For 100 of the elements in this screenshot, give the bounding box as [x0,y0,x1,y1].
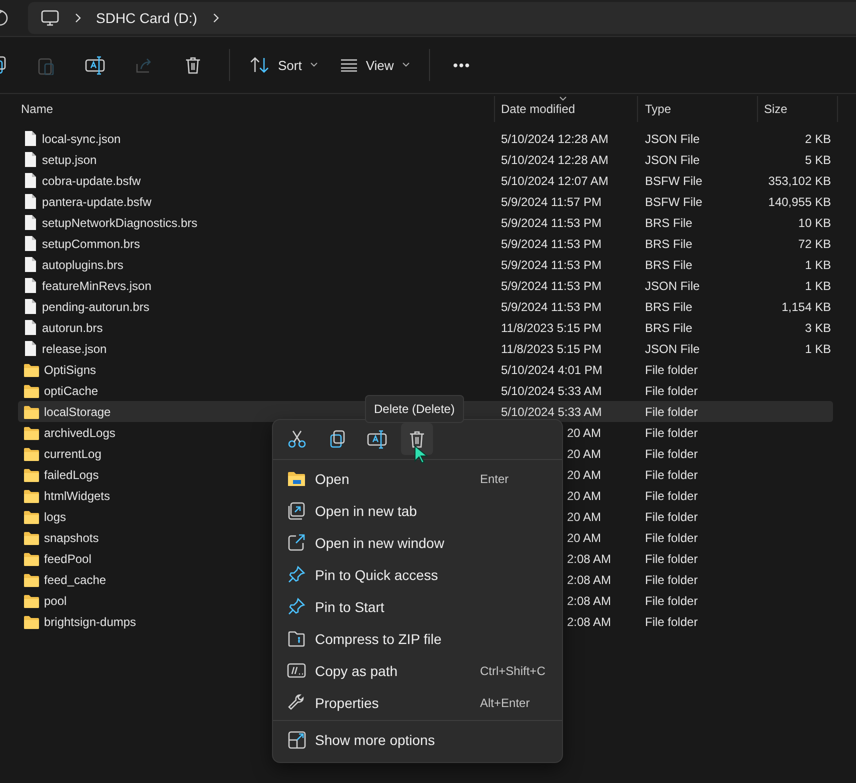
folder-icon [23,592,40,608]
menu-item-label[interactable]: Pin to Start [315,599,548,615]
file-name[interactable]: local-sync.json [42,132,121,146]
date-cell: 2:08 AM [567,614,612,628]
menu-item-label[interactable]: Open [315,471,480,487]
folder-icon [23,550,40,566]
file-name[interactable]: htmlWidgets [44,488,110,502]
menu-item[interactable]: Pin to Start [273,591,562,623]
menu-item-label[interactable]: Open in new window [315,535,548,551]
file-name[interactable]: logs [44,510,66,524]
date-cell: 11/8/2023 5:15 PM [501,320,602,334]
type-cell: BRS File [645,216,692,230]
file-name[interactable]: currentLog [44,446,102,460]
file-icon [23,277,38,294]
type-cell: BSFW File [645,174,702,188]
type-cell: JSON File [645,342,700,356]
type-cell: File folder [645,530,698,544]
sort-button[interactable]: Sort [242,47,326,83]
monitor-icon[interactable] [41,10,59,26]
menu-item-label[interactable]: Pin to Quick access [315,567,548,583]
file-name[interactable]: autorun.brs [42,320,103,334]
folder-icon [23,488,40,504]
file-icon [23,235,38,252]
folder-icon [23,446,40,462]
file-icon [23,172,38,189]
size-cell: 1,154 KB [782,300,831,314]
file-icon [23,193,38,210]
file-name[interactable]: pantera-update.bsfw [42,194,152,208]
size-cell: 140,955 KB [768,194,831,208]
file-name[interactable]: pending-autorun.brs [42,300,150,314]
address-bar[interactable]: SDHC Card (D:) [28,2,856,34]
menu-item-label[interactable]: Show more options [315,732,548,748]
caret-icon [310,62,318,68]
type-cell: File folder [645,488,698,502]
file-name[interactable]: feed_cache [44,572,106,586]
date-cell: 2:08 AM [567,594,612,608]
file-name[interactable]: snapshots [44,530,99,544]
type-cell: File folder [645,404,698,418]
date-cell: 5/10/2024 5:33 AM [501,384,602,398]
view-button[interactable]: View [332,47,418,83]
type-cell: BRS File [645,300,692,314]
file-name[interactable]: optiCache [44,384,98,398]
more-button[interactable]: ••• [442,47,482,83]
file-name[interactable]: archivedLogs [44,426,116,440]
refresh-icon[interactable] [0,9,8,27]
date-cell: 5/10/2024 12:28 AM [501,132,608,146]
file-name[interactable]: OptiSigns [44,362,96,376]
size-cell: 353,102 KB [768,174,831,188]
date-cell: 20 AM [567,488,602,502]
menu-item[interactable]: Pin to Quick access [273,559,562,591]
breadcrumb[interactable]: SDHC Card (D:) [96,10,198,26]
date-cell: 5/9/2024 11:53 PM [501,236,602,250]
file-icon [23,340,38,357]
chevron-icon[interactable] [212,12,220,24]
file-icon [23,298,38,315]
menu-item[interactable]: Open in new window [273,527,562,559]
folder-icon [23,508,40,524]
menu-item[interactable]: Open Enter [273,463,562,495]
size-cell: 1 KB [804,342,831,356]
file-name[interactable]: brightsign-dumps [44,614,136,628]
column-header[interactable]: Size [758,96,838,122]
menu-item-label[interactable]: Open in new tab [315,503,548,519]
delete-button[interactable] [401,423,433,455]
menu-item[interactable]: Copy as path Ctrl+Shift+C [273,655,562,687]
column-header[interactable]: Date modified [495,96,638,122]
type-cell: File folder [645,572,698,586]
file-name[interactable]: failedLogs [44,468,99,482]
file-name[interactable]: pool [44,594,67,608]
file-name[interactable]: cobra-update.bsfw [42,174,141,188]
column-header[interactable]: Type [638,96,758,122]
menu-item-label[interactable]: Properties [315,695,480,711]
folder-icon [23,614,40,630]
menu-item[interactable]: Compress to ZIP file [273,623,562,655]
new-window-icon [287,533,307,553]
file-name[interactable]: featureMinRevs.json [42,278,152,292]
column-header[interactable]: Name [0,96,495,122]
folder-icon [23,530,40,546]
date-cell: 20 AM [567,468,602,482]
menu-item[interactable]: Properties Alt+Enter [273,687,562,719]
file-name[interactable]: autoplugins.brs [42,258,124,272]
type-cell: File folder [645,510,698,524]
file-name[interactable]: feedPool [44,552,92,566]
menu-item[interactable]: Show more options [273,724,562,756]
list-icon [340,58,358,72]
type-cell: BRS File [645,320,692,334]
menu-item-label[interactable]: Copy as path [315,663,480,679]
tooltip: Delete (Delete) [365,395,464,423]
file-name[interactable]: release.json [42,342,107,356]
menu-item[interactable]: Open in new tab [273,495,562,527]
type-cell: File folder [645,384,698,398]
file-name[interactable]: setupNetworkDiagnostics.brs [42,216,198,230]
cursor-icon [414,445,428,465]
file-name[interactable]: setup.json [42,152,97,166]
menu-item-label[interactable]: Compress to ZIP file [315,631,548,647]
type-cell: JSON File [645,132,700,146]
date-cell: 5/10/2024 5:33 AM [501,404,602,418]
file-name[interactable]: setupCommon.brs [42,236,140,250]
folder-icon [23,572,40,588]
file-name[interactable]: localStorage [44,404,111,418]
chevron-icon[interactable] [74,12,82,24]
